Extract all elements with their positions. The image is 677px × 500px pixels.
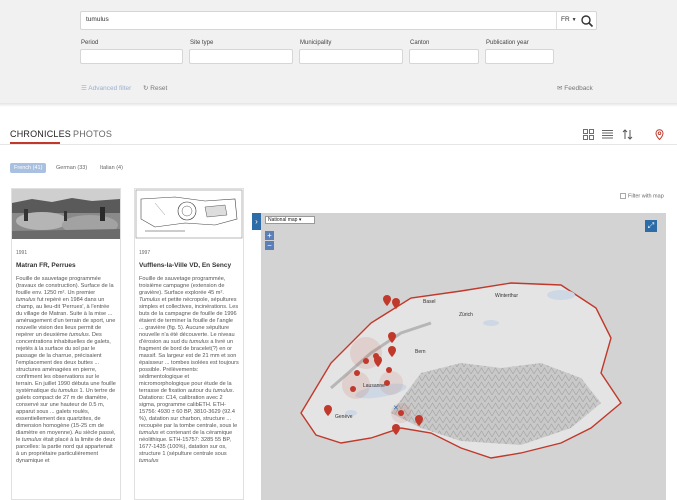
excavation-photo xyxy=(12,189,120,239)
period-field[interactable] xyxy=(80,49,183,64)
language-filter-french[interactable]: French (41) xyxy=(10,163,47,173)
filter-panel: tumulus FR ▼ Period Site type Municipalit… xyxy=(0,0,677,103)
city-label: Basel xyxy=(423,299,436,305)
selection-marker[interactable]: ✕ xyxy=(393,404,399,412)
reset-button[interactable]: ↻ Reset xyxy=(143,84,167,92)
chevron-down-icon: ▾ xyxy=(298,217,302,223)
chronicle-card[interactable]: 1991 Matran FR, Perrues Fouille de sauve… xyxy=(11,188,121,500)
filter-with-map-checkbox[interactable]: Filter with map xyxy=(620,193,664,199)
chronicle-card[interactable]: 1997 Vufflens-la-Ville VD, En Sency Foui… xyxy=(134,188,244,500)
tab-divider xyxy=(0,144,677,145)
city-label: Genève xyxy=(335,414,353,420)
excerpt-text: Fouille de sauvetage programmée (travaux… xyxy=(16,276,114,296)
highlighted-term: tumulus xyxy=(21,437,42,443)
highlighted-term: tumulus xyxy=(69,332,89,338)
search-value[interactable]: tumulus xyxy=(86,16,109,23)
period-label: Period xyxy=(81,40,99,46)
map-pin-icon[interactable] xyxy=(654,129,665,140)
city-label: Zürich xyxy=(459,312,473,318)
language-select-value: FR xyxy=(561,16,570,23)
highlighted-term: tumulus xyxy=(213,388,233,394)
municipality-label: Municipality xyxy=(300,40,332,46)
checkbox-box[interactable] xyxy=(620,193,626,199)
zoom-in-button[interactable]: + xyxy=(265,231,274,240)
tab-chronicles[interactable]: CHRONICLES xyxy=(10,129,71,139)
excerpt-text: . Des concentrations inhabituelles de ga… xyxy=(16,332,116,394)
canton-label: Canton xyxy=(410,40,430,46)
search-input[interactable]: tumulus FR ▼ xyxy=(80,11,597,30)
collapse-map-button[interactable]: › xyxy=(252,213,261,230)
map-layer-select[interactable]: National map ▾ xyxy=(265,216,315,224)
refresh-icon: ↻ xyxy=(143,85,149,92)
feedback-label: Feedback xyxy=(564,85,593,92)
excerpt-text: a livré un fragment de bord de bracelet(… xyxy=(139,339,239,394)
canton-field[interactable] xyxy=(409,49,479,64)
list-view-icon[interactable] xyxy=(602,129,613,140)
publication-year-label: Publication year xyxy=(486,40,529,46)
card-excerpt: Fouille de sauvetage programmée (travaux… xyxy=(16,276,116,465)
excerpt-text: Fouille de sauvetage programmée, troisiè… xyxy=(139,276,226,296)
city-label: Bern xyxy=(415,349,426,355)
minus-icon: − xyxy=(267,241,272,250)
map-view[interactable]: ✕ National map ▾ + − ⤢ Basel Winterthur … xyxy=(261,213,666,500)
excerpt-text: et petite nécropole, sépultures simples … xyxy=(139,297,239,345)
city-label: Lausanne xyxy=(363,383,385,389)
highlighted-term: tumulus xyxy=(139,430,159,436)
site-type-field[interactable] xyxy=(189,49,293,64)
expand-icon: ⤢ xyxy=(647,221,655,230)
plus-icon: + xyxy=(267,231,272,240)
highlighted-term: tumulus xyxy=(16,297,36,303)
switzerland-relief-map[interactable]: ✕ xyxy=(261,213,666,500)
reset-label: Reset xyxy=(150,85,168,92)
language-filter-german[interactable]: German (33) xyxy=(52,163,91,173)
map-layer-select-value: National map xyxy=(268,217,298,223)
advanced-filter-button[interactable]: ☰ Advanced filter xyxy=(81,84,131,92)
chevron-right-icon: › xyxy=(255,217,258,226)
search-icon[interactable] xyxy=(580,14,594,28)
card-title[interactable]: Matran FR, Perrues xyxy=(16,262,120,269)
advanced-filter-label: Advanced filter xyxy=(88,85,132,92)
card-excerpt: Fouille de sauvetage programmée, troisiè… xyxy=(139,276,239,465)
message-icon: ✉ xyxy=(557,85,563,92)
divider xyxy=(0,103,677,107)
sort-icon[interactable] xyxy=(622,129,633,140)
highlighted-term: tumulus xyxy=(58,388,78,394)
highlighted-term: Tumulus xyxy=(139,297,161,303)
city-label: Winterthur xyxy=(495,293,519,299)
card-title[interactable]: Vufflens-la-Ville VD, En Sency xyxy=(139,262,243,269)
tab-photos[interactable]: PHOTOS xyxy=(73,129,112,139)
zoom-out-button[interactable]: − xyxy=(265,241,274,250)
municipality-field[interactable] xyxy=(299,49,403,64)
grid-view-icon[interactable] xyxy=(583,129,594,140)
excerpt-text: . Datations: C14, calibration avec 2 sig… xyxy=(139,388,238,429)
filter-with-map-label: Filter with map xyxy=(628,193,664,200)
card-year: 1991 xyxy=(16,250,28,256)
highlighted-term: tumulus xyxy=(139,458,159,464)
publication-year-field[interactable] xyxy=(485,49,554,64)
language-select[interactable]: FR ▼ xyxy=(556,12,578,29)
excerpt-text: 1. Un tertre de galets compact de 27 m d… xyxy=(16,388,116,443)
fullscreen-button[interactable]: ⤢ xyxy=(645,220,657,232)
filter-icon: ☰ xyxy=(81,85,87,92)
chevron-down-icon: ▼ xyxy=(571,17,577,23)
highlighted-term: tumulus xyxy=(189,339,209,345)
site-type-label: Site type xyxy=(190,40,214,46)
card-year: 1997 xyxy=(139,250,151,256)
language-filter-italian[interactable]: Italian (4) xyxy=(96,163,127,173)
excavation-plan-image xyxy=(135,189,243,239)
feedback-button[interactable]: ✉ Feedback xyxy=(557,84,593,92)
